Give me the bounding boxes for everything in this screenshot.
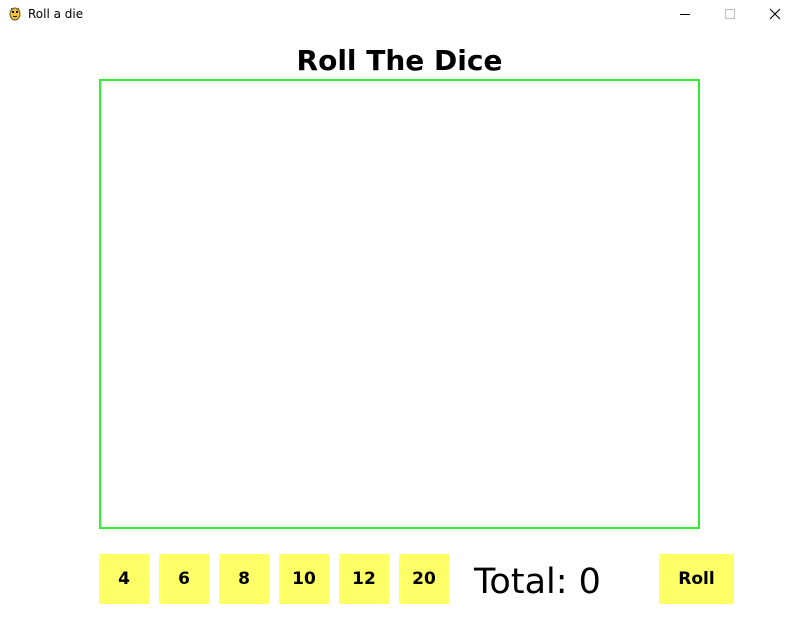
total-display: Total: 0 (474, 562, 601, 602)
d20-button[interactable]: 20 (399, 554, 449, 604)
maximize-button[interactable] (707, 0, 753, 28)
d10-button[interactable]: 10 (279, 554, 329, 604)
minimize-icon (680, 14, 690, 15)
maximize-icon (725, 9, 735, 19)
d6-button[interactable]: 6 (159, 554, 209, 604)
roll-button[interactable]: Roll (659, 554, 734, 604)
d12-button[interactable]: 12 (339, 554, 389, 604)
d4-button[interactable]: 4 (99, 554, 149, 604)
window-title: Roll a die (28, 7, 84, 21)
close-icon (769, 8, 781, 20)
window-titlebar: Roll a die (0, 0, 799, 28)
dice-display-area (99, 79, 700, 529)
minimize-button[interactable] (662, 0, 708, 28)
python-snake-icon (7, 5, 23, 21)
d8-button[interactable]: 8 (219, 554, 269, 604)
close-button[interactable] (752, 0, 798, 28)
page-title: Roll The Dice (296, 44, 503, 77)
